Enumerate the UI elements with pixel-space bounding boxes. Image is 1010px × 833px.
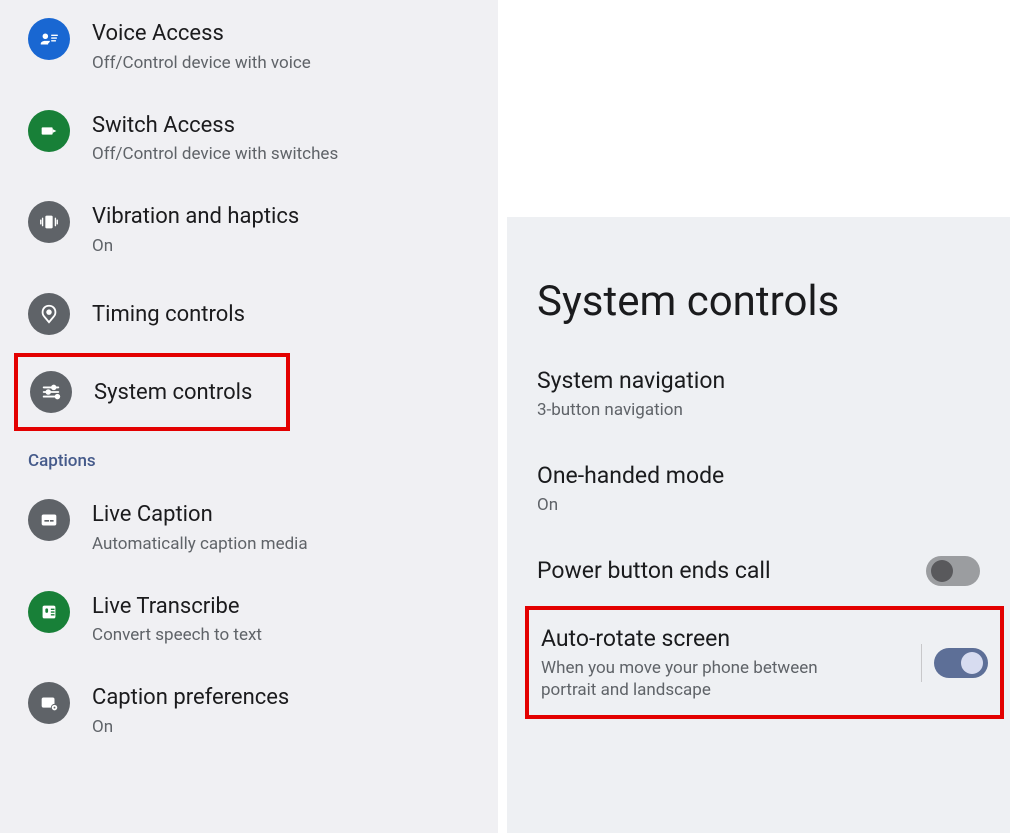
- toggle-auto-rotate[interactable]: [934, 648, 988, 678]
- live-transcribe-icon: [28, 591, 70, 633]
- sidebar-item-sub: Off/Control device with voice: [92, 52, 311, 74]
- detail-item-auto-rotate[interactable]: Auto-rotate screen When you move your ph…: [525, 606, 1004, 719]
- detail-item-system-navigation[interactable]: System navigation 3-button navigation: [507, 346, 1010, 441]
- sidebar-item-live-transcribe[interactable]: Live Transcribe Convert speech to text: [0, 573, 498, 665]
- system-controls-icon: [30, 371, 72, 413]
- sidebar-item-title: Switch Access: [92, 112, 338, 141]
- page-title: System controls: [507, 217, 1010, 346]
- timing-icon: [28, 293, 70, 335]
- sidebar-item-sub: Convert speech to text: [92, 624, 262, 646]
- sidebar-section-captions: Captions: [0, 431, 498, 481]
- detail-item-one-handed[interactable]: One-handed mode On: [507, 441, 1010, 536]
- sidebar: Voice Access Off/Control device with voi…: [0, 0, 498, 833]
- sidebar-item-sub: On: [92, 235, 299, 257]
- sidebar-item-vibration[interactable]: Vibration and haptics On: [0, 183, 498, 275]
- sidebar-item-title: Vibration and haptics: [92, 203, 299, 232]
- sidebar-item-live-caption[interactable]: Live Caption Automatically caption media: [0, 481, 498, 573]
- sidebar-item-sub: On: [92, 716, 289, 738]
- detail-item-sub: When you move your phone between portrai…: [541, 657, 861, 701]
- detail-item-title: One-handed mode: [537, 461, 980, 491]
- sidebar-item-voice-access[interactable]: Voice Access Off/Control device with voi…: [0, 0, 498, 92]
- divider: [921, 644, 922, 682]
- sidebar-item-timing[interactable]: Timing controls: [0, 275, 498, 353]
- sidebar-item-title: Timing controls: [92, 301, 245, 330]
- sidebar-item-sub: Off/Control device with switches: [92, 143, 338, 165]
- sidebar-selected-highlight: System controls: [14, 353, 290, 431]
- detail-item-title: System navigation: [537, 366, 980, 396]
- toggle-power-ends-call[interactable]: [926, 556, 980, 586]
- sidebar-item-sub: Automatically caption media: [92, 533, 308, 555]
- sidebar-item-title: System controls: [94, 379, 252, 408]
- sidebar-item-title: Voice Access: [92, 20, 311, 49]
- sidebar-item-caption-prefs[interactable]: Caption preferences On: [0, 664, 498, 756]
- voice-access-icon: [28, 18, 70, 60]
- live-caption-icon: [28, 499, 70, 541]
- sidebar-item-switch-access[interactable]: Switch Access Off/Control device with sw…: [0, 92, 498, 184]
- sidebar-item-system-controls[interactable]: System controls: [18, 357, 286, 427]
- sidebar-item-title: Caption preferences: [92, 684, 289, 713]
- detail-item-title: Auto-rotate screen: [541, 624, 921, 654]
- detail-item-sub: 3-button navigation: [537, 399, 857, 421]
- detail-item-title: Power button ends call: [537, 556, 926, 586]
- detail-item-power-ends-call[interactable]: Power button ends call: [507, 536, 1010, 606]
- vibration-icon: [28, 201, 70, 243]
- caption-prefs-icon: [28, 682, 70, 724]
- detail-pane: System controls System navigation 3-butt…: [498, 0, 1010, 833]
- sidebar-item-title: Live Caption: [92, 501, 308, 530]
- switch-access-icon: [28, 110, 70, 152]
- detail-item-sub: On: [537, 494, 857, 516]
- sidebar-item-title: Live Transcribe: [92, 593, 262, 622]
